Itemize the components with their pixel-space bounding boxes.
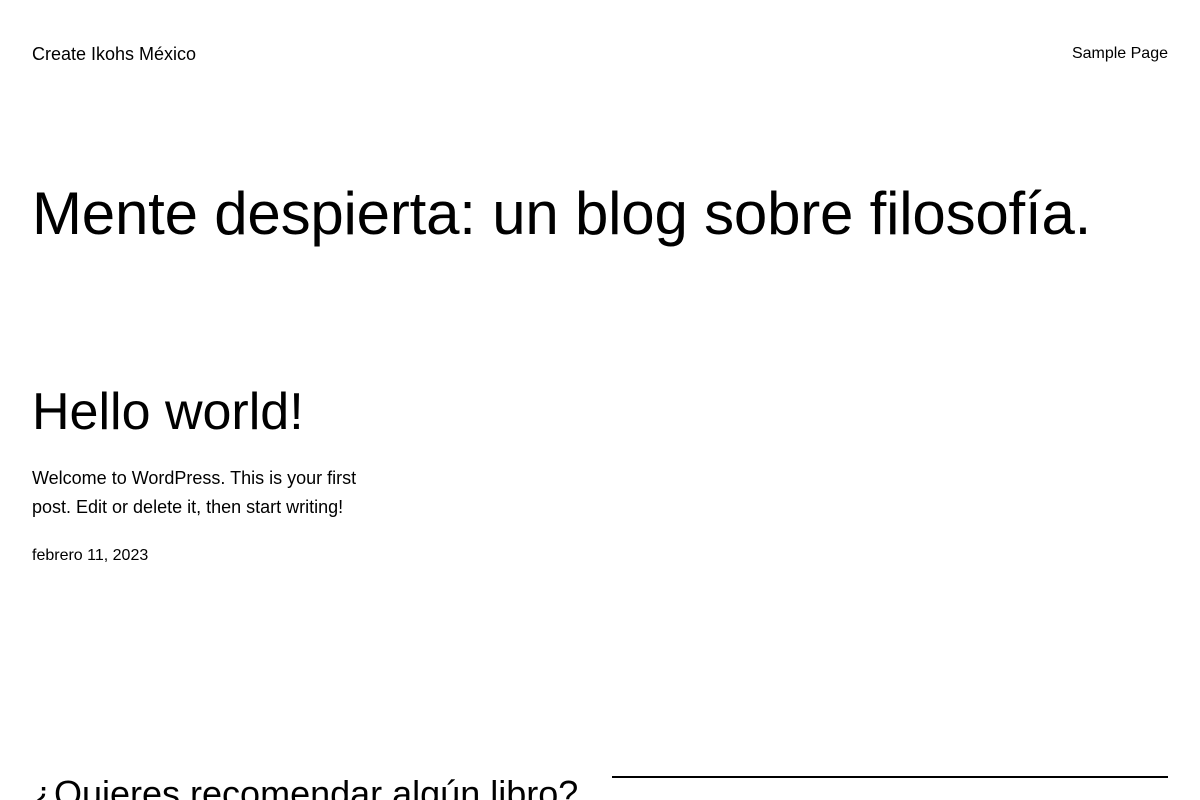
post-excerpt: Welcome to WordPress. This is your first…	[32, 468, 357, 517]
post-title: Hello world!	[32, 380, 412, 444]
blog-tagline-heading: Mente despierta: un blog sobre filosofía…	[32, 180, 1092, 247]
primary-nav: Sample Page	[1072, 45, 1168, 63]
post-title-link[interactable]: Hello world!	[32, 383, 304, 441]
recommend-book-heading: ¿Quieres recomendar algún libro?	[32, 773, 579, 800]
page: Create Ikohs México Sample Page Mente de…	[0, 0, 1200, 800]
site-title-link[interactable]: Create Ikohs México	[32, 44, 196, 65]
nav-item-sample-page[interactable]: Sample Page	[1072, 45, 1168, 63]
section-divider	[612, 776, 1168, 778]
post-card: Hello world! Welcome to WordPress. This …	[32, 380, 412, 566]
post-date-link[interactable]: febrero 11, 2023	[32, 546, 412, 566]
site-header: Create Ikohs México Sample Page	[32, 40, 1168, 68]
